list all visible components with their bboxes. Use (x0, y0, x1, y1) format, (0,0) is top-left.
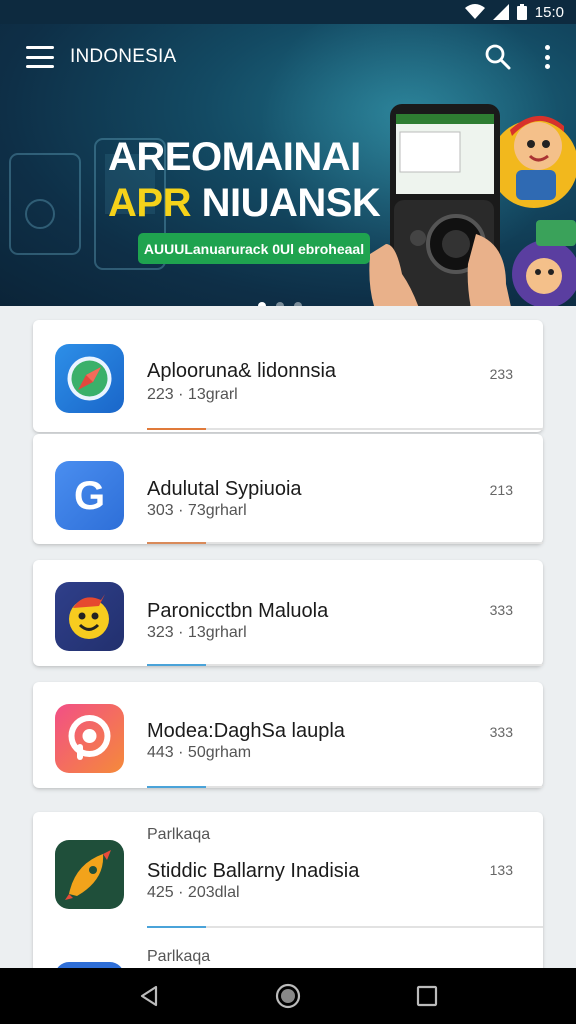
app-bar: INDONESIA (0, 24, 576, 90)
app-progress-fill (147, 786, 207, 788)
menu-icon[interactable] (26, 46, 54, 68)
home-icon[interactable] (268, 976, 308, 1016)
app-meta: 443 · 50grham (147, 744, 252, 761)
app-name: Paronicctbn Maluola (147, 600, 329, 622)
svg-text:G: G (74, 474, 105, 518)
hero-headline: AREOMAINAI APR NIUANSK (108, 134, 381, 226)
app-progress-fill (147, 926, 207, 928)
hero-headline-line1: AREOMAINAI (108, 135, 361, 179)
app-meta: 223 · 13grarl (147, 386, 238, 403)
podcast-icon (55, 704, 124, 773)
app-meta: 323 · 13grharl (147, 624, 247, 641)
wifi-icon (464, 4, 485, 19)
app-count: 333 (489, 602, 513, 618)
app-progress-bar (147, 428, 543, 430)
status-bar: 15:0 (0, 0, 576, 24)
app-count: 213 (489, 482, 513, 498)
app-meta: 425 · 203dlal (147, 884, 240, 901)
hero-cta-button[interactable]: AUUULanuarurack 0Ul ebroheaal (138, 233, 370, 264)
app-progress-bar (147, 542, 543, 544)
back-icon[interactable] (129, 976, 169, 1016)
battery-icon (516, 4, 527, 20)
app-progress-bar (147, 926, 543, 928)
app-name: Aplooruna& lidonnsia (147, 360, 337, 382)
app-progress-fill (147, 428, 207, 430)
rocket-icon (55, 840, 124, 909)
app-list: Aplooruna& lidonnsia 223 · 13grarl 233 G… (0, 306, 576, 968)
status-time: 15:0 (534, 3, 564, 21)
hero-headline-line2: APR NIUANSK (108, 180, 381, 226)
carousel-indicator (258, 302, 302, 306)
app-progress-fill (147, 542, 207, 544)
list-item[interactable]: Aplooruna& lidonnsia 223 · 13grarl 233 (33, 320, 543, 432)
hero-headline-accent: APR (108, 181, 191, 225)
compass-icon (55, 344, 124, 413)
system-nav-bar (0, 968, 576, 1024)
list-item[interactable]: G Adulutal Sypiuoia 303 · 73grharl 213 (33, 434, 543, 544)
recents-icon[interactable] (407, 976, 447, 1016)
app-progress-fill (147, 664, 207, 666)
list-item[interactable]: Paronicctbn Maluola 323 · 13grharl 333 (33, 560, 543, 666)
section-label: Parlkaqa (147, 826, 211, 843)
app-count: 133 (489, 862, 513, 878)
app-count: 333 (489, 724, 513, 740)
carousel-dot[interactable] (294, 302, 302, 306)
section-label: Parlkaqa (147, 948, 211, 965)
app-bar-title: INDONESIA (70, 46, 177, 67)
search-icon[interactable] (484, 43, 512, 71)
app-name: Adulutal Sypiuoia (147, 478, 302, 500)
phone-camera-illustration (369, 104, 576, 306)
hero-headline-rest: NIUANSK (201, 181, 381, 225)
app-meta: 303 · 73grharl (147, 502, 247, 519)
more-vert-icon[interactable] (542, 45, 552, 69)
app-name: Modea:DaghSa laupla (147, 720, 345, 742)
carousel-dot[interactable] (258, 302, 266, 306)
app-progress-bar (147, 786, 543, 788)
carousel-dot[interactable] (276, 302, 284, 306)
signal-icon (492, 4, 509, 20)
google-g-icon: G (55, 461, 124, 530)
list-item[interactable]: Modea:DaghSa laupla 443 · 50grham 333 (33, 682, 543, 788)
smiley-character-icon (55, 582, 124, 651)
app-count: 233 (489, 366, 513, 382)
app-progress-bar (147, 664, 543, 666)
list-item[interactable]: Parlkaqa Stiddic Ballarny Inadisia 425 ·… (33, 812, 543, 968)
app-name: Stiddic Ballarny Inadisia (147, 860, 360, 882)
